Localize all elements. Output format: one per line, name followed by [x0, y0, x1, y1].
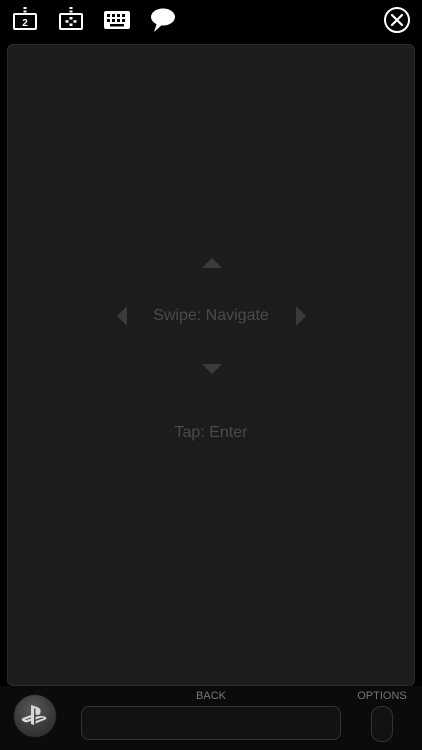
touchpad-area[interactable]: Swipe: Navigate Tap: Enter	[7, 44, 415, 686]
back-button[interactable]	[81, 706, 341, 740]
bottom-controls: BACK OPTIONS	[0, 686, 422, 750]
arrow-down-icon	[202, 364, 222, 374]
swipe-hint: Swipe: Navigate	[153, 307, 269, 324]
arrow-up-icon	[202, 258, 222, 268]
second-screen-badge: 2	[22, 18, 28, 29]
ps-home-button[interactable]	[13, 694, 57, 738]
playstation-logo-icon	[21, 705, 47, 725]
chat-bubble-icon[interactable]	[148, 6, 178, 34]
dpad-controller-icon[interactable]	[56, 6, 86, 34]
second-screen-icon[interactable]: 2	[10, 6, 40, 34]
tap-hint: Tap: Enter	[174, 424, 248, 441]
top-toolbar: 2	[0, 0, 422, 40]
arrow-right-icon	[296, 306, 306, 326]
options-label: OPTIONS	[357, 690, 407, 702]
keyboard-icon[interactable]	[102, 6, 132, 34]
close-icon[interactable]	[382, 6, 412, 34]
back-label: BACK	[196, 690, 226, 702]
options-button[interactable]	[371, 706, 393, 742]
